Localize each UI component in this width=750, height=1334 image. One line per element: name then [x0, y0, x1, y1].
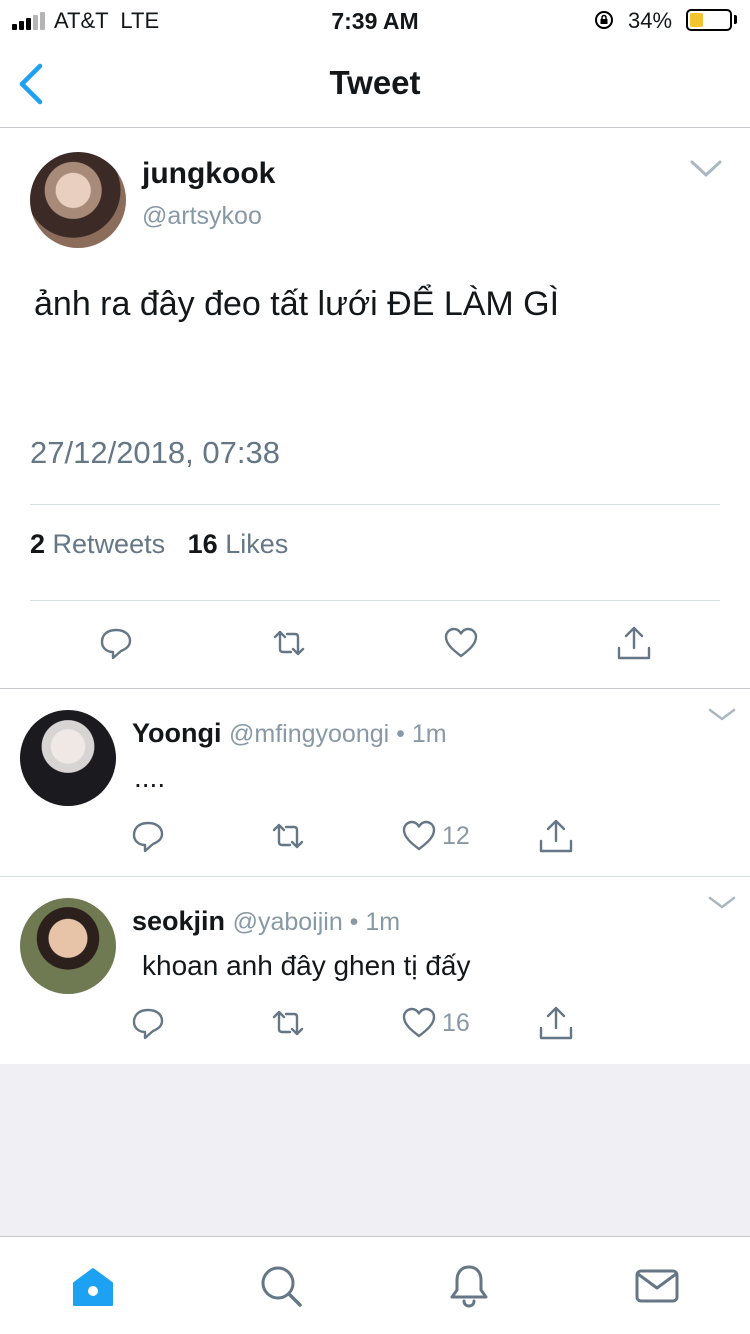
retweet-icon [272, 823, 304, 849]
tweet-timestamp: 27/12/2018, 07:38 [30, 435, 280, 470]
reply-tweet[interactable]: Yoongi @mfingyoongi • 1m .... 12 [0, 690, 750, 877]
tweet-text: ảnh ra đây đeo tất lưới ĐỂ LÀM GÌ [34, 285, 560, 323]
reply-header: seokjin @yaboijin • 1m [132, 906, 400, 937]
author-name[interactable]: jungkook [142, 157, 275, 191]
divider [30, 504, 720, 505]
page-title: Tweet [329, 64, 421, 101]
avatar[interactable] [20, 710, 116, 806]
retweet-button[interactable] [270, 1005, 306, 1041]
reply-button[interactable] [98, 625, 134, 661]
reply-actions: 16 [0, 1005, 750, 1045]
battery-icon [686, 9, 732, 31]
tweet-stats: 2 Retweets 16 Likes [30, 529, 288, 560]
retweets-label[interactable]: Retweets [53, 529, 166, 559]
share-button[interactable] [616, 625, 652, 661]
share-button[interactable] [538, 818, 574, 854]
reply-tweet[interactable]: seokjin @yaboijin • 1m khoan anh đây ghe… [0, 878, 750, 1064]
retweet-icon [273, 630, 305, 656]
like-button[interactable] [401, 818, 437, 854]
share-icon [539, 819, 573, 853]
battery-level [690, 13, 703, 27]
search-icon[interactable] [258, 1263, 304, 1309]
retweet-button[interactable] [270, 818, 306, 854]
like-count: 16 [442, 1009, 470, 1037]
retweet-button[interactable] [271, 625, 307, 661]
retweets-count[interactable]: 2 [30, 529, 45, 559]
avatar[interactable] [30, 152, 126, 248]
tab-bar [0, 1236, 750, 1334]
likes-label[interactable]: Likes [225, 529, 288, 559]
like-button[interactable] [443, 625, 479, 661]
reply-text: .... [134, 762, 166, 793]
heart-icon [402, 1007, 436, 1038]
notifications-icon[interactable] [446, 1263, 492, 1309]
like-count: 12 [442, 822, 470, 850]
reply-text: khoan anh đây ghen tị đấy [142, 950, 471, 981]
reply-icon [100, 628, 132, 660]
chevron-down-icon[interactable] [690, 159, 722, 179]
reply-meta: @mfingyoongi • 1m [229, 720, 447, 748]
chevron-down-icon[interactable] [708, 896, 736, 910]
main-tweet: jungkook @artsykoo ảnh ra đây đeo tất lư… [0, 129, 750, 689]
reply-author-name[interactable]: Yoongi [132, 718, 221, 748]
share-button[interactable] [538, 1005, 574, 1041]
home-icon[interactable] [70, 1263, 116, 1309]
battery-percentage: 34% [628, 8, 673, 33]
reply-author-name[interactable]: seokjin [132, 906, 225, 936]
navigation-bar: Tweet [0, 42, 750, 128]
reply-button[interactable] [130, 818, 166, 854]
chevron-down-icon[interactable] [708, 708, 736, 722]
likes-count[interactable]: 16 [188, 529, 218, 559]
messages-icon[interactable] [634, 1263, 680, 1309]
author-handle[interactable]: @artsykoo [142, 202, 262, 231]
share-icon [539, 1006, 573, 1040]
reply-button[interactable] [130, 1005, 166, 1041]
reply-icon [132, 1008, 164, 1040]
empty-background [0, 1064, 750, 1236]
rotation-lock-icon [594, 10, 614, 30]
retweet-icon [272, 1010, 304, 1036]
share-icon [617, 626, 651, 660]
reply-header: Yoongi @mfingyoongi • 1m [132, 718, 447, 749]
divider [30, 600, 720, 601]
tweet-actions [0, 625, 750, 665]
reply-icon [132, 821, 164, 853]
battery-cap [734, 15, 737, 24]
reply-meta: @yaboijin • 1m [232, 908, 401, 936]
heart-icon [444, 627, 478, 658]
heart-icon [402, 820, 436, 851]
avatar[interactable] [20, 898, 116, 994]
status-bar: AT&T LTE 7:39 AM 34% [0, 0, 750, 42]
reply-actions: 12 [0, 818, 750, 858]
like-button[interactable] [401, 1005, 437, 1041]
